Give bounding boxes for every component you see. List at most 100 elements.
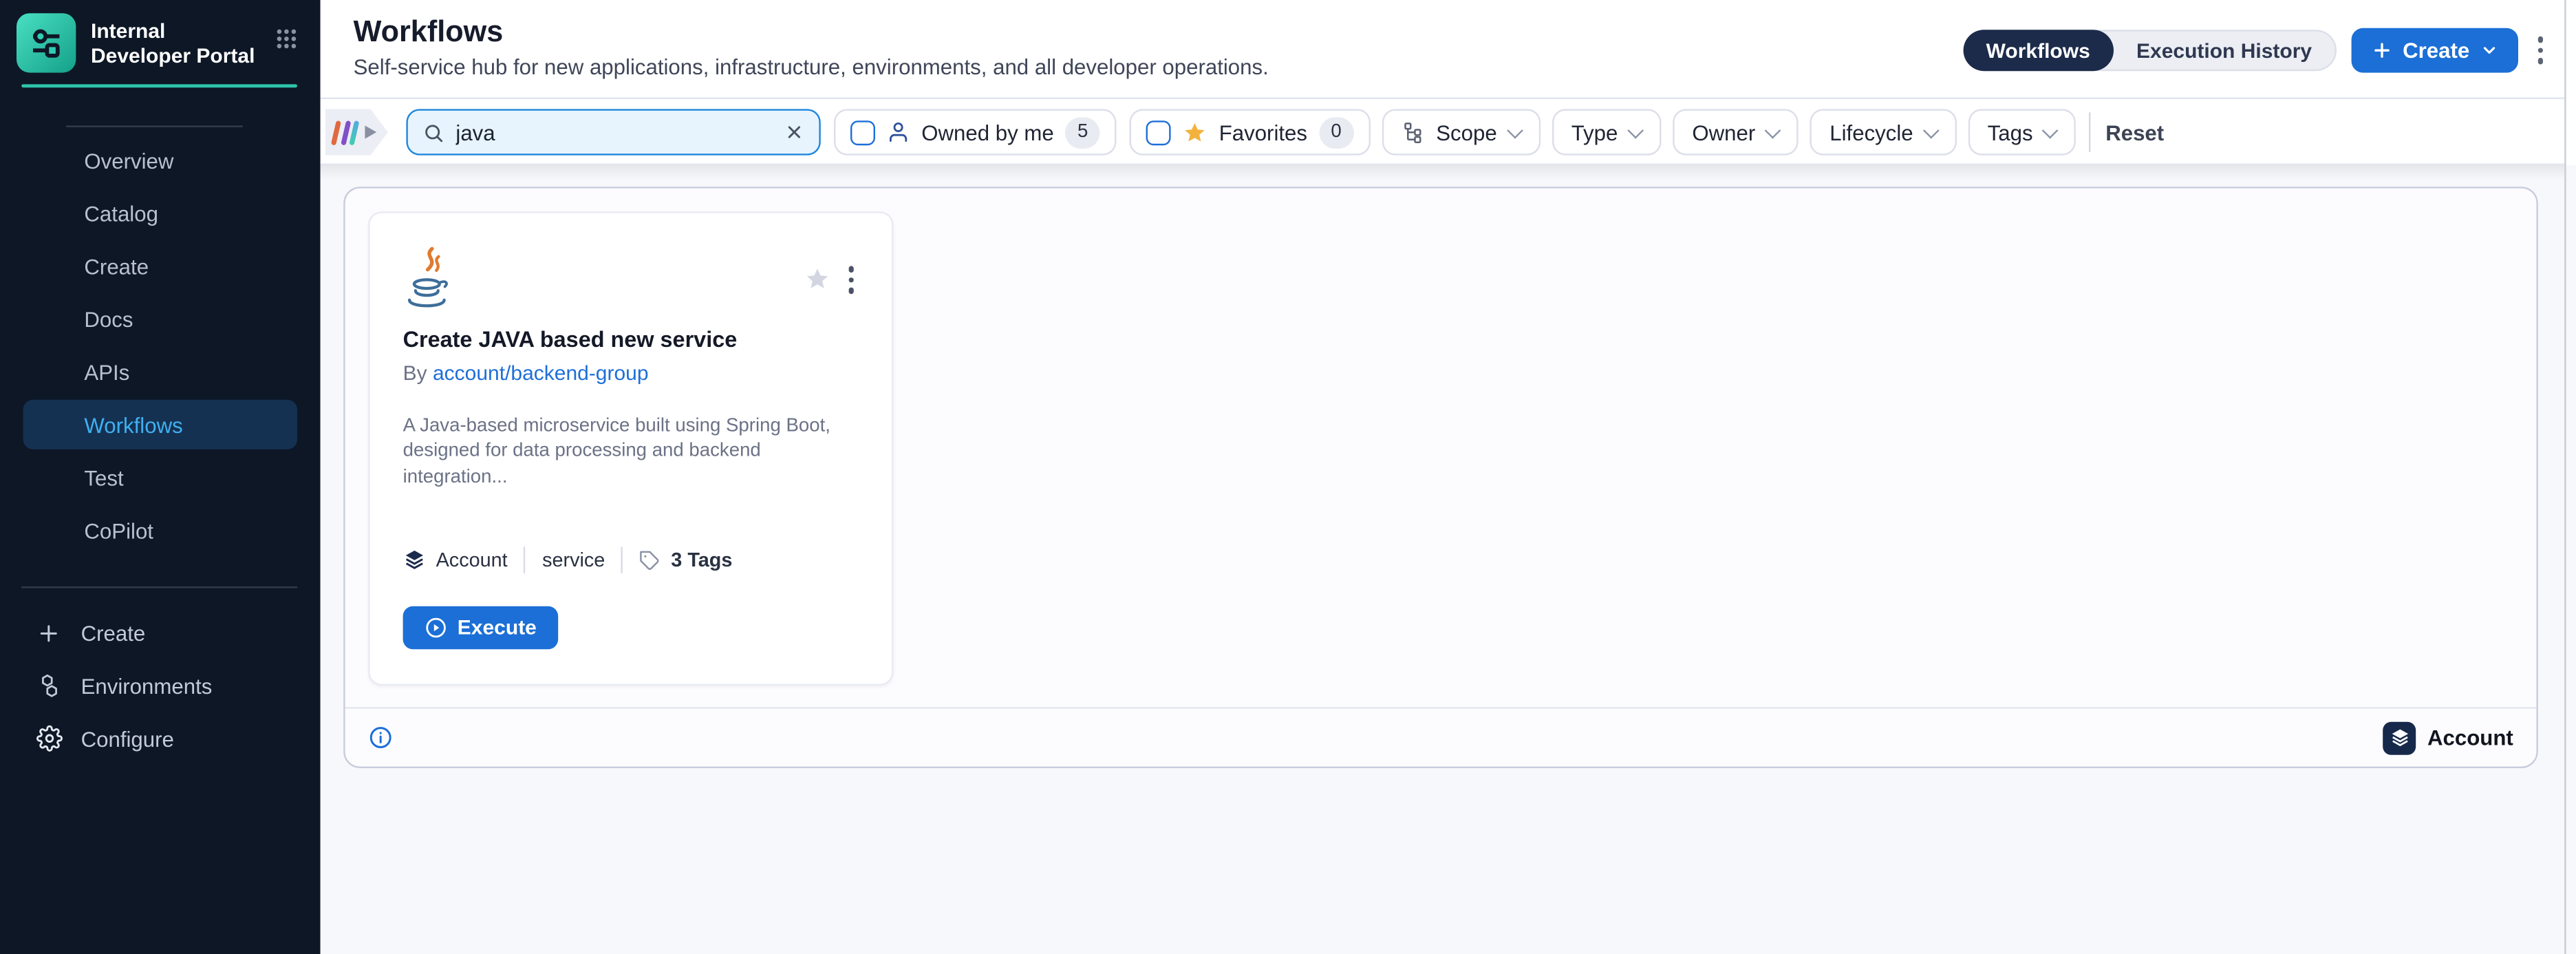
type-dropdown[interactable]: Type [1552, 109, 1661, 155]
favorites-checkbox[interactable] [1146, 120, 1171, 145]
lifecycle-dropdown[interactable]: Lifecycle [1810, 109, 1956, 155]
tab-workflows[interactable]: Workflows [1963, 30, 2113, 71]
card-tags-count[interactable]: 3 Tags [671, 549, 732, 572]
info-icon[interactable] [368, 725, 393, 750]
scrollbar-gutter[interactable] [2564, 0, 2565, 954]
scope-context-label: Account [2427, 725, 2513, 750]
workflow-card-description: A Java-based microservice built using Sp… [403, 414, 866, 491]
lifecycle-dropdown-label: Lifecycle [1829, 120, 1913, 145]
workflows-panel: Create JAVA based new service By account… [343, 187, 2538, 768]
gear-icon [34, 724, 63, 752]
favorite-star-icon[interactable] [804, 266, 830, 293]
favorites-filter[interactable]: Favorites 0 [1130, 109, 1370, 155]
sliders-logo-icon [26, 23, 66, 63]
tags-dropdown[interactable]: Tags [1968, 109, 2076, 155]
scope-context-badge[interactable]: Account [2383, 721, 2513, 754]
reset-filters-button[interactable]: Reset [2105, 120, 2164, 145]
user-icon [887, 120, 910, 144]
sidebar-footer-create-label: Create [81, 620, 146, 645]
app-root: Internal Developer Portal Overview Catal… [0, 0, 2576, 954]
filter-divider [2089, 112, 2090, 152]
sidebar: Internal Developer Portal Overview Catal… [0, 0, 321, 954]
app-grid-icon[interactable] [274, 26, 299, 51]
chevron-down-icon [1627, 122, 1644, 138]
page-header: Workflows Self-service hub for new appli… [321, 0, 2576, 99]
sidebar-item-apis[interactable]: APIs [23, 347, 297, 396]
owned-by-me-checkbox[interactable] [850, 120, 875, 145]
card-type-label: service [542, 549, 605, 572]
owned-by-me-count: 5 [1065, 116, 1099, 148]
sidebar-item-copilot[interactable]: CoPilot [23, 505, 297, 555]
chevron-down-icon [1765, 122, 1781, 138]
header-actions: Workflows Execution History Create [1963, 28, 2548, 73]
expand-play-icon [364, 125, 376, 138]
owner-group-link[interactable]: account/backend-group [433, 362, 649, 385]
type-dropdown-label: Type [1571, 120, 1618, 145]
sidebar-footer: Create Environments Conf [23, 606, 304, 765]
sidebar-item-catalog[interactable]: Catalog [23, 189, 297, 238]
scope-dropdown[interactable]: Scope [1382, 109, 1540, 155]
meta-divider [524, 547, 526, 573]
sidebar-item-overview[interactable]: Overview [23, 136, 297, 185]
filter-presets-button[interactable] [325, 109, 388, 155]
sidebar-footer-configure-label: Configure [81, 726, 174, 751]
clear-search-icon[interactable] [784, 123, 804, 142]
search-input[interactable] [455, 120, 784, 145]
search-icon [422, 121, 444, 142]
panel-footer: Account [345, 707, 2537, 766]
sidebar-item-workflows[interactable]: Workflows [23, 400, 297, 449]
favorites-label: Favorites [1219, 120, 1307, 145]
sidebar-item-docs[interactable]: Docs [23, 294, 297, 343]
chevron-down-icon [1922, 122, 1939, 138]
meta-divider [621, 547, 623, 573]
tab-execution-history[interactable]: Execution History [2113, 39, 2334, 62]
workflow-card-title: Create JAVA based new service [403, 327, 859, 352]
header-kebab-menu[interactable] [2532, 30, 2548, 71]
sidebar-item-test[interactable]: Test [23, 453, 297, 502]
card-kebab-menu[interactable] [843, 259, 859, 300]
card-scope-label: Account [436, 549, 508, 572]
sidebar-divider-bottom [21, 586, 297, 588]
app-title: Internal Developer Portal [91, 20, 266, 70]
star-icon [1183, 120, 1208, 145]
create-button-label: Create [2403, 38, 2469, 63]
java-logo-icon [403, 246, 453, 312]
sidebar-item-create[interactable]: Create [23, 241, 297, 290]
hexagons-icon [34, 672, 63, 700]
execute-button-label: Execute [458, 616, 537, 639]
search-box[interactable] [406, 109, 820, 155]
scope-dropdown-label: Scope [1436, 120, 1497, 145]
sidebar-footer-configure[interactable]: Configure [23, 712, 304, 765]
chevron-down-icon [2480, 41, 2498, 59]
by-prefix: By [403, 362, 427, 385]
tags-dropdown-label: Tags [1988, 120, 2033, 145]
workflow-card[interactable]: Create JAVA based new service By account… [368, 211, 893, 686]
plus-icon [34, 619, 63, 647]
app-logo[interactable] [17, 13, 76, 72]
filter-bar: Owned by me 5 Favorites 0 Scope [321, 99, 2576, 165]
sidebar-accent-divider [21, 84, 297, 87]
owned-by-me-label: Owned by me [921, 120, 1053, 145]
workflows-grid: Create JAVA based new service By account… [345, 189, 2537, 710]
preset-bar-purple [340, 120, 350, 145]
sidebar-footer-environments-label: Environments [81, 673, 213, 698]
sidebar-footer-create[interactable]: Create [23, 606, 304, 659]
workflow-card-meta: Account service 3 Tags [403, 547, 859, 573]
execute-button[interactable]: Execute [403, 606, 558, 649]
main-area: Workflows Self-service hub for new appli… [321, 0, 2576, 954]
create-button[interactable]: Create [2352, 28, 2518, 73]
account-layers-icon [2383, 721, 2416, 754]
owner-dropdown-label: Owner [1692, 120, 1755, 145]
owner-dropdown[interactable]: Owner [1673, 109, 1799, 155]
view-toggle: Workflows Execution History [1963, 30, 2337, 71]
play-circle-icon [425, 616, 448, 639]
chevron-down-icon [2042, 122, 2059, 138]
chevron-down-icon [1506, 122, 1523, 138]
tag-icon [640, 550, 661, 571]
preset-bar-orange [331, 120, 341, 145]
workflow-card-byline: By account/backend-group [403, 362, 859, 385]
content-area: Create JAVA based new service By account… [321, 165, 2576, 954]
owned-by-me-filter[interactable]: Owned by me 5 [834, 109, 1117, 155]
sidebar-footer-environments[interactable]: Environments [23, 659, 304, 712]
sidebar-divider-top [66, 125, 243, 127]
